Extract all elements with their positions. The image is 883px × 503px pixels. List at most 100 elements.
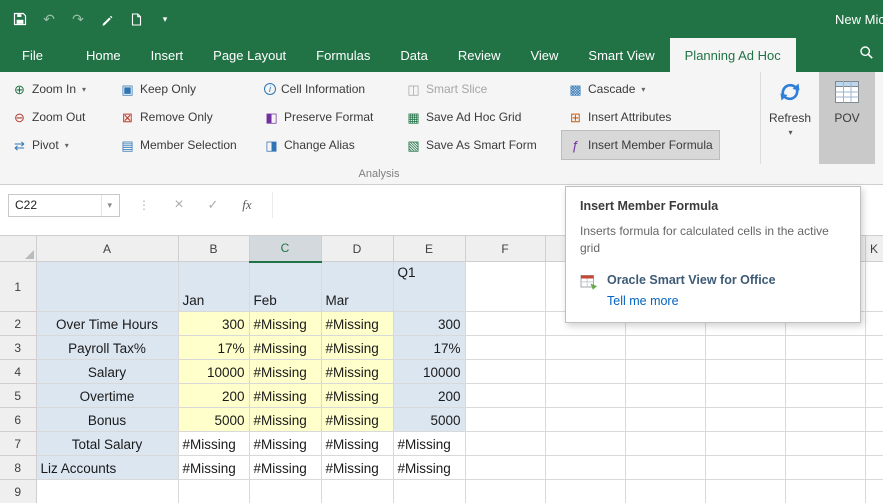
cell-I3[interactable]	[705, 336, 785, 360]
search-icon[interactable]	[852, 38, 880, 72]
cell-D9[interactable]	[321, 480, 393, 503]
cell-C5[interactable]: #Missing	[249, 384, 321, 408]
cell-B6[interactable]: 5000	[178, 408, 249, 432]
cell-K4[interactable]	[865, 360, 883, 384]
keep-only-button[interactable]: ▣Keep Only	[114, 75, 202, 103]
zoom-in-button[interactable]: ⊕Zoom In▾	[6, 75, 92, 103]
cell-C3[interactable]: #Missing	[249, 336, 321, 360]
refresh-button[interactable]: Refresh▾	[761, 72, 819, 164]
member-selection-button[interactable]: ▤Member Selection	[114, 131, 243, 159]
cell-D1[interactable]: Mar	[321, 262, 393, 312]
row-header-6[interactable]: 6	[0, 408, 36, 432]
enter-icon[interactable]: ✓	[200, 197, 226, 213]
cell-information-button[interactable]: iCell Information	[258, 75, 371, 103]
cell-F6[interactable]	[465, 408, 545, 432]
tab-file[interactable]: File	[4, 38, 61, 72]
smart-slice-button[interactable]: ◫Smart Slice	[400, 75, 493, 103]
cell-C8[interactable]: #Missing	[249, 456, 321, 480]
cell-D8[interactable]: #Missing	[321, 456, 393, 480]
zoom-out-button[interactable]: ⊖Zoom Out	[6, 103, 91, 131]
cell-C6[interactable]: #Missing	[249, 408, 321, 432]
cell-A2[interactable]: Over Time Hours	[36, 312, 178, 336]
cell-E7[interactable]: #Missing	[393, 432, 465, 456]
cell-B1[interactable]: Jan	[178, 262, 249, 312]
insert-function-icon[interactable]: fx	[234, 197, 260, 213]
cell-I7[interactable]	[705, 432, 785, 456]
cell-A6[interactable]: Bonus	[36, 408, 178, 432]
cell-A4[interactable]: Salary	[36, 360, 178, 384]
column-header-E[interactable]: E	[393, 236, 465, 262]
undo-icon[interactable]: ↶	[41, 10, 57, 28]
cell-C9[interactable]	[249, 480, 321, 503]
pivot-button[interactable]: ⇄Pivot▾	[6, 131, 75, 159]
cell-K6[interactable]	[865, 408, 883, 432]
change-alias-button[interactable]: ◨Change Alias	[258, 131, 361, 159]
cell-D5[interactable]: #Missing	[321, 384, 393, 408]
cell-H7[interactable]	[625, 432, 705, 456]
remove-only-button[interactable]: ⊠Remove Only	[114, 103, 219, 131]
tab-review[interactable]: Review	[443, 38, 516, 72]
cell-D2[interactable]: #Missing	[321, 312, 393, 336]
cell-B2[interactable]: 300	[178, 312, 249, 336]
cell-E5[interactable]: 200	[393, 384, 465, 408]
preserve-format-button[interactable]: ◧Preserve Format	[258, 103, 379, 131]
cell-F8[interactable]	[465, 456, 545, 480]
pov-button[interactable]: POV	[819, 72, 875, 164]
cell-A8[interactable]: Liz Accounts	[36, 456, 178, 480]
formula-bar-splitter[interactable]: ⋮	[138, 198, 150, 212]
save-as-smart-form-button[interactable]: ▧Save As Smart Form	[400, 131, 543, 159]
tell-me-more-link[interactable]: Tell me more	[607, 294, 679, 308]
row-header-9[interactable]: 9	[0, 480, 36, 503]
cell-G6[interactable]	[545, 408, 625, 432]
cell-E8[interactable]: #Missing	[393, 456, 465, 480]
customize-qat-icon[interactable]: ▾	[157, 10, 173, 28]
row-header-8[interactable]: 8	[0, 456, 36, 480]
cell-F2[interactable]	[465, 312, 545, 336]
cell-B8[interactable]: #Missing	[178, 456, 249, 480]
redo-icon[interactable]: ↷	[70, 10, 86, 28]
save-icon[interactable]	[12, 10, 28, 28]
cell-F7[interactable]	[465, 432, 545, 456]
cell-I6[interactable]	[705, 408, 785, 432]
row-header-2[interactable]: 2	[0, 312, 36, 336]
cell-H9[interactable]	[625, 480, 705, 503]
cell-J6[interactable]	[785, 408, 865, 432]
cell-G4[interactable]	[545, 360, 625, 384]
cell-F9[interactable]	[465, 480, 545, 503]
cell-A1[interactable]	[36, 262, 178, 312]
column-header-C[interactable]: C	[249, 236, 321, 262]
cell-G9[interactable]	[545, 480, 625, 503]
cell-K3[interactable]	[865, 336, 883, 360]
cell-J5[interactable]	[785, 384, 865, 408]
cell-B3[interactable]: 17%	[178, 336, 249, 360]
cell-H4[interactable]	[625, 360, 705, 384]
cell-G5[interactable]	[545, 384, 625, 408]
cell-J8[interactable]	[785, 456, 865, 480]
column-header-D[interactable]: D	[321, 236, 393, 262]
cell-J3[interactable]	[785, 336, 865, 360]
cell-C7[interactable]: #Missing	[249, 432, 321, 456]
cell-G7[interactable]	[545, 432, 625, 456]
cascade-button[interactable]: ▩Cascade▾	[562, 75, 651, 103]
cell-G3[interactable]	[545, 336, 625, 360]
cell-J4[interactable]	[785, 360, 865, 384]
column-header-B[interactable]: B	[178, 236, 249, 262]
cell-E6[interactable]: 5000	[393, 408, 465, 432]
tab-planning-ad-hoc[interactable]: Planning Ad Hoc	[670, 38, 796, 72]
cell-K8[interactable]	[865, 456, 883, 480]
cell-D6[interactable]: #Missing	[321, 408, 393, 432]
cell-A3[interactable]: Payroll Tax%	[36, 336, 178, 360]
cell-A9[interactable]	[36, 480, 178, 503]
cell-J9[interactable]	[785, 480, 865, 503]
row-header-5[interactable]: 5	[0, 384, 36, 408]
cell-B5[interactable]: 200	[178, 384, 249, 408]
cell-G8[interactable]	[545, 456, 625, 480]
save-ad-hoc-grid-button[interactable]: ▦Save Ad Hoc Grid	[400, 103, 527, 131]
tab-formulas[interactable]: Formulas	[301, 38, 385, 72]
cell-A5[interactable]: Overtime	[36, 384, 178, 408]
cell-A7[interactable]: Total Salary	[36, 432, 178, 456]
insert-member-formula-button[interactable]: ƒInsert Member Formula	[562, 131, 719, 159]
cell-F3[interactable]	[465, 336, 545, 360]
cell-K9[interactable]	[865, 480, 883, 503]
cell-F1[interactable]	[465, 262, 545, 312]
